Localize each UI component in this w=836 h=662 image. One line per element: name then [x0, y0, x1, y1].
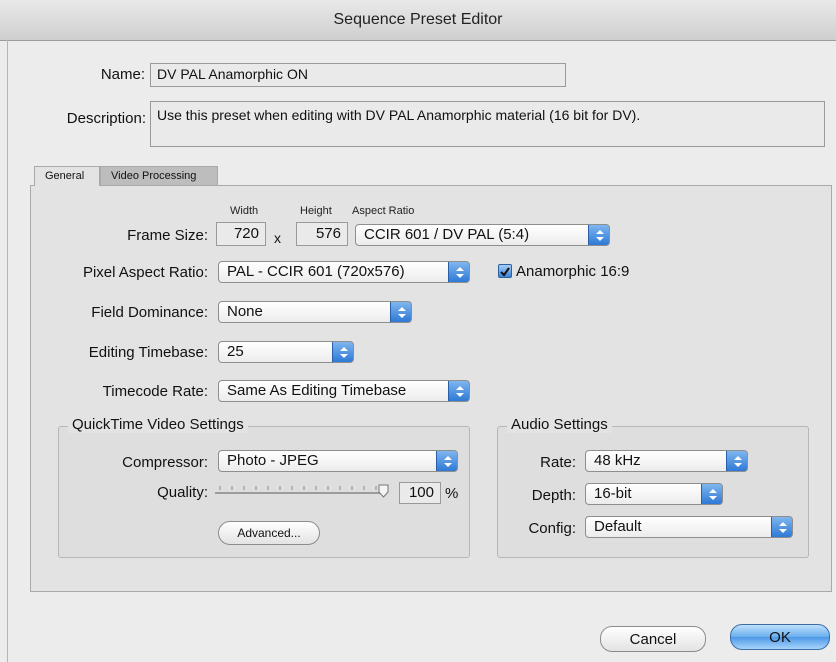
aspect-ratio-header: Aspect Ratio — [352, 205, 415, 217]
editing-timebase-select[interactable]: 25 — [218, 341, 354, 363]
updown-arrows-icon — [448, 381, 469, 401]
aspect-ratio-value: CCIR 601 / DV PAL (5:4) — [364, 226, 530, 243]
timecode-rate-label: Timecode Rate: — [102, 383, 208, 400]
height-header: Height — [300, 205, 332, 217]
rate-select[interactable]: 48 kHz — [585, 450, 748, 472]
pixel-aspect-label: Pixel Aspect Ratio: — [82, 264, 208, 281]
description-label: Description: — [66, 110, 146, 127]
name-field[interactable]: DV PAL Anamorphic ON — [150, 63, 566, 87]
updown-arrows-icon — [332, 342, 353, 362]
updown-arrows-icon — [701, 484, 722, 504]
compressor-label: Compressor: — [122, 454, 208, 471]
field-dominance-value: None — [227, 303, 263, 320]
quality-label: Quality: — [157, 484, 208, 501]
depth-select[interactable]: 16-bit — [585, 483, 723, 505]
timecode-rate-select[interactable]: Same As Editing Timebase — [218, 380, 470, 402]
config-select[interactable]: Default — [585, 516, 793, 538]
height-field[interactable]: 576 — [296, 222, 348, 246]
pixel-aspect-select[interactable]: PAL - CCIR 601 (720x576) — [218, 261, 470, 283]
field-dominance-select[interactable]: None — [218, 301, 412, 323]
depth-value: 16-bit — [594, 485, 632, 502]
advanced-button[interactable]: Advanced... — [218, 521, 320, 545]
frame-size-label: Frame Size: — [127, 227, 208, 244]
aspect-ratio-select[interactable]: CCIR 601 / DV PAL (5:4) — [355, 224, 610, 246]
rate-value: 48 kHz — [594, 452, 641, 469]
updown-arrows-icon — [390, 302, 411, 322]
description-field[interactable]: Use this preset when editing with DV PAL… — [150, 101, 825, 147]
tab-general[interactable]: General — [34, 166, 100, 186]
field-dominance-label: Field Dominance: — [91, 304, 208, 321]
pixel-aspect-value: PAL - CCIR 601 (720x576) — [227, 263, 405, 280]
quicktime-group-title: QuickTime Video Settings — [68, 416, 248, 433]
quality-value-field[interactable]: 100 — [399, 482, 441, 504]
compressor-select[interactable]: Photo - JPEG — [218, 450, 458, 472]
rate-label: Rate: — [540, 454, 576, 471]
window-edge — [7, 40, 8, 662]
updown-arrows-icon — [588, 225, 609, 245]
width-field[interactable]: 720 — [216, 222, 266, 246]
compressor-value: Photo - JPEG — [227, 452, 319, 469]
window-title: Sequence Preset Editor — [333, 11, 503, 28]
cancel-button[interactable]: Cancel — [600, 626, 706, 652]
updown-arrows-icon — [771, 517, 792, 537]
window-titlebar: Sequence Preset Editor — [0, 0, 836, 41]
width-header: Width — [230, 205, 259, 217]
editing-timebase-label: Editing Timebase: — [88, 344, 208, 361]
anamorphic-label: Anamorphic 16:9 — [516, 263, 630, 280]
config-value: Default — [594, 518, 642, 535]
times-label: x — [274, 230, 281, 246]
quality-unit: % — [445, 485, 459, 502]
updown-arrows-icon — [436, 451, 457, 471]
updown-arrows-icon — [448, 262, 469, 282]
tab-video-processing[interactable]: Video Processing — [100, 166, 218, 185]
quality-slider-ticks — [219, 486, 377, 490]
depth-label: Depth: — [531, 487, 576, 504]
quality-slider-thumb[interactable] — [378, 484, 389, 498]
ok-button[interactable]: OK — [730, 624, 830, 650]
audio-group-title: Audio Settings — [507, 416, 612, 433]
updown-arrows-icon — [726, 451, 747, 471]
editing-timebase-value: 25 — [227, 343, 244, 360]
checkmark-icon — [500, 267, 510, 277]
anamorphic-checkbox[interactable] — [498, 264, 512, 278]
name-label: Name: — [100, 66, 145, 83]
timecode-rate-value: Same As Editing Timebase — [227, 382, 407, 399]
config-label: Config: — [528, 520, 576, 537]
